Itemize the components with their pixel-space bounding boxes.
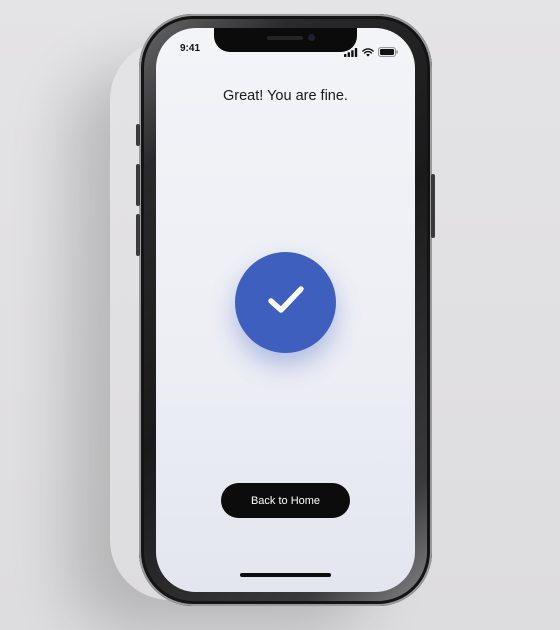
signal-icon (344, 44, 358, 62)
phone-screen: 9:41 Great! You are fine. Back to Home (156, 28, 415, 592)
speaker-grille (267, 36, 303, 40)
checkmark-icon (266, 284, 306, 321)
battery-icon (378, 44, 398, 62)
success-badge (235, 252, 336, 353)
front-camera (308, 34, 315, 41)
volume-up-button (136, 164, 140, 206)
mute-switch (136, 124, 140, 146)
result-title: Great! You are fine. (223, 88, 348, 104)
back-to-home-button[interactable]: Back to Home (221, 483, 350, 518)
status-time: 9:41 (180, 43, 201, 54)
wifi-icon (362, 44, 374, 62)
power-button (431, 174, 435, 238)
volume-down-button (136, 214, 140, 256)
status-icons (344, 44, 398, 62)
home-indicator[interactable] (240, 573, 331, 577)
notch (214, 28, 357, 52)
